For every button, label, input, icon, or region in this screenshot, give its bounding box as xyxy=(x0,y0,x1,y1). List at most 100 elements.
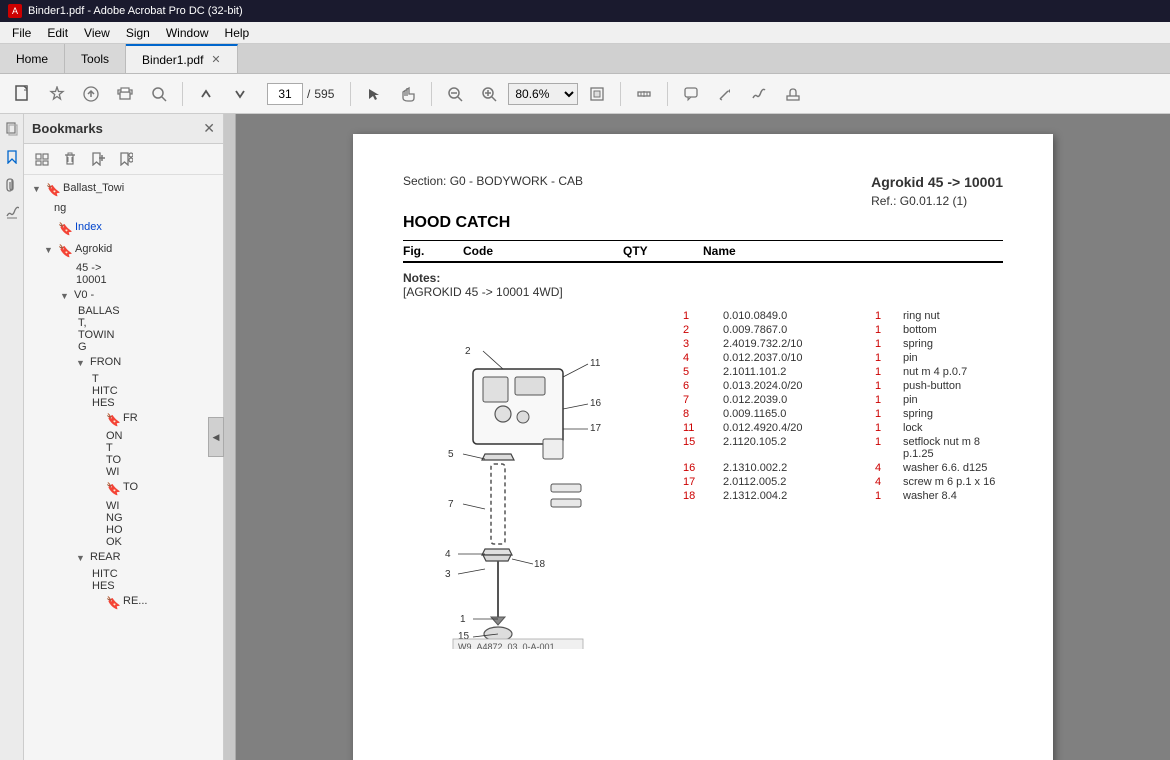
menu-window[interactable]: Window xyxy=(158,24,217,42)
signature-button[interactable] xyxy=(744,79,774,109)
separator1 xyxy=(182,82,183,106)
qty-col: 1 xyxy=(853,380,903,392)
table-row: 16 2.1310.002.2 4 washer 6.6. d125 xyxy=(683,461,1003,475)
svg-text:3: 3 xyxy=(445,569,451,580)
menu-help[interactable]: Help xyxy=(217,24,258,42)
fig-col: 18 xyxy=(683,490,723,502)
tab-close-icon[interactable]: ✕ xyxy=(211,53,220,66)
bookmark-front-towi[interactable]: 🔖 FR xyxy=(24,409,223,431)
left-icon-signature[interactable] xyxy=(1,202,23,224)
fig-col: 16 xyxy=(683,462,723,474)
name-col: nut m 4 p.0.7 xyxy=(903,366,1003,378)
to-cont3: HO xyxy=(24,524,223,536)
zoom-in-button[interactable] xyxy=(474,79,504,109)
svg-text:11: 11 xyxy=(590,358,601,369)
parts-table: 1 0.010.0849.0 1 ring nut 2 0.009.7867.0… xyxy=(683,309,1003,652)
front-cont3: HES xyxy=(24,397,223,409)
separator5 xyxy=(667,82,668,106)
zoom-out-button[interactable] xyxy=(440,79,470,109)
svg-text:W9_A4872_03_0-A-001: W9_A4872_03_0-A-001 xyxy=(458,642,555,649)
bookmark-index[interactable]: 🔖 Index xyxy=(24,218,223,240)
bookmark-ballast-towing-cont[interactable]: ng xyxy=(24,201,223,218)
menu-view[interactable]: View xyxy=(76,24,118,42)
bookmark-rear-hitches[interactable]: ▼ REAR xyxy=(24,548,223,567)
bookmark-re[interactable]: 🔖 RE... xyxy=(24,592,223,614)
page-navigation: / 595 xyxy=(267,83,334,105)
table-header: Fig. Code QTY Name xyxy=(403,240,1003,263)
upload-button[interactable] xyxy=(76,79,106,109)
ref-number: Ref.: G0.01.12 (1) xyxy=(871,194,1003,208)
bookmarks-tool-delete[interactable] xyxy=(58,148,82,170)
sidebar-collapse-button[interactable]: ◀ xyxy=(208,417,224,457)
stamp-button[interactable] xyxy=(778,79,808,109)
bookmark-towing-hook[interactable]: 🔖 TO xyxy=(24,478,223,500)
svg-text:4: 4 xyxy=(445,549,451,560)
svg-text:5: 5 xyxy=(448,449,454,460)
cursor-tool[interactable] xyxy=(359,79,389,109)
bookmark-front-hitches[interactable]: ▼ FRON xyxy=(24,353,223,372)
code-col: 2.1120.105.2 xyxy=(723,436,853,448)
qty-col: 1 xyxy=(853,338,903,350)
hand-tool[interactable] xyxy=(393,79,423,109)
code-col: 0.012.4920.4/20 xyxy=(723,422,853,434)
fig-col: 15 xyxy=(683,436,723,448)
qty-col: 1 xyxy=(853,436,903,448)
comment-button[interactable] xyxy=(676,79,706,109)
next-page-button[interactable] xyxy=(225,79,255,109)
pdf-area[interactable]: Section: G0 - BODYWORK - CAB Agrokid 45 … xyxy=(236,114,1170,760)
table-row: 17 2.0112.005.2 4 screw m 6 p.1 x 16 xyxy=(683,475,1003,489)
code-col: 0.013.2024.0/20 xyxy=(723,380,853,392)
menu-sign[interactable]: Sign xyxy=(118,24,158,42)
name-col: setflock nut m 8 p.1.25 xyxy=(903,436,1003,460)
bookmark-button[interactable] xyxy=(42,79,72,109)
left-icon-bookmarks[interactable] xyxy=(1,146,23,168)
qty-col: 1 xyxy=(853,422,903,434)
code-col: 0.012.2039.0 xyxy=(723,394,853,406)
svg-text:16: 16 xyxy=(590,398,602,409)
tab-binder1[interactable]: Binder1.pdf ✕ xyxy=(126,44,238,73)
tab-tools[interactable]: Tools xyxy=(65,44,126,73)
name-col: push-button xyxy=(903,380,1003,392)
pen-button[interactable] xyxy=(710,79,740,109)
search-button[interactable] xyxy=(144,79,174,109)
tab-home[interactable]: Home xyxy=(0,44,65,73)
col-name: Name xyxy=(703,244,1003,258)
table-row: 18 2.1312.004.2 1 washer 8.4 xyxy=(683,489,1003,503)
measure-button[interactable] xyxy=(629,79,659,109)
page-number-input[interactable] xyxy=(267,83,303,105)
v0-cont4: G xyxy=(24,341,223,353)
zoom-select[interactable]: 80.6% xyxy=(508,83,578,105)
name-col: bottom xyxy=(903,324,1003,336)
print-button[interactable] xyxy=(110,79,140,109)
bookmarks-tool-add[interactable] xyxy=(86,148,110,170)
bookmark-icon: 🔖 xyxy=(58,221,72,238)
left-icon-attach[interactable] xyxy=(1,174,23,196)
bookmark-ballast-towing[interactable]: ▼ 🔖 Ballast_Towi xyxy=(24,179,223,201)
agrokid-cont2: 10001 xyxy=(24,274,223,286)
fr-cont4: WI xyxy=(24,466,223,478)
bookmarks-close-icon[interactable]: ✕ xyxy=(203,120,215,137)
bookmarks-tool-options[interactable] xyxy=(114,148,138,170)
fit-button[interactable] xyxy=(582,79,612,109)
table-row: 1 0.010.0849.0 1 ring nut xyxy=(683,309,1003,323)
prev-page-button[interactable] xyxy=(191,79,221,109)
section-header: Section: G0 - BODYWORK - CAB Agrokid 45 … xyxy=(403,174,1003,208)
fig-col: 1 xyxy=(683,310,723,322)
parts-layout: 11 16 17 5 7 4 3 1 xyxy=(403,309,1003,652)
code-col: 2.1011.101.2 xyxy=(723,366,853,378)
fig-col: 17 xyxy=(683,476,723,488)
sidebar-scrollbar[interactable] xyxy=(224,114,236,760)
code-col: 0.010.0849.0 xyxy=(723,310,853,322)
left-icon-pages[interactable] xyxy=(1,118,23,140)
menu-edit[interactable]: Edit xyxy=(39,24,76,42)
fig-col: 4 xyxy=(683,352,723,364)
menu-file[interactable]: File xyxy=(4,24,39,42)
svg-text:18: 18 xyxy=(534,559,546,570)
bookmarks-tool-layout[interactable] xyxy=(30,148,54,170)
table-row: 7 0.012.2039.0 1 pin xyxy=(683,393,1003,407)
bookmark-agrokid[interactable]: ▼ 🔖 Agrokid xyxy=(24,240,223,262)
separator2 xyxy=(350,82,351,106)
code-col: 2.1310.002.2 xyxy=(723,462,853,474)
bookmark-v0[interactable]: ▼ V0 - xyxy=(24,286,223,305)
new-button[interactable] xyxy=(8,79,38,109)
